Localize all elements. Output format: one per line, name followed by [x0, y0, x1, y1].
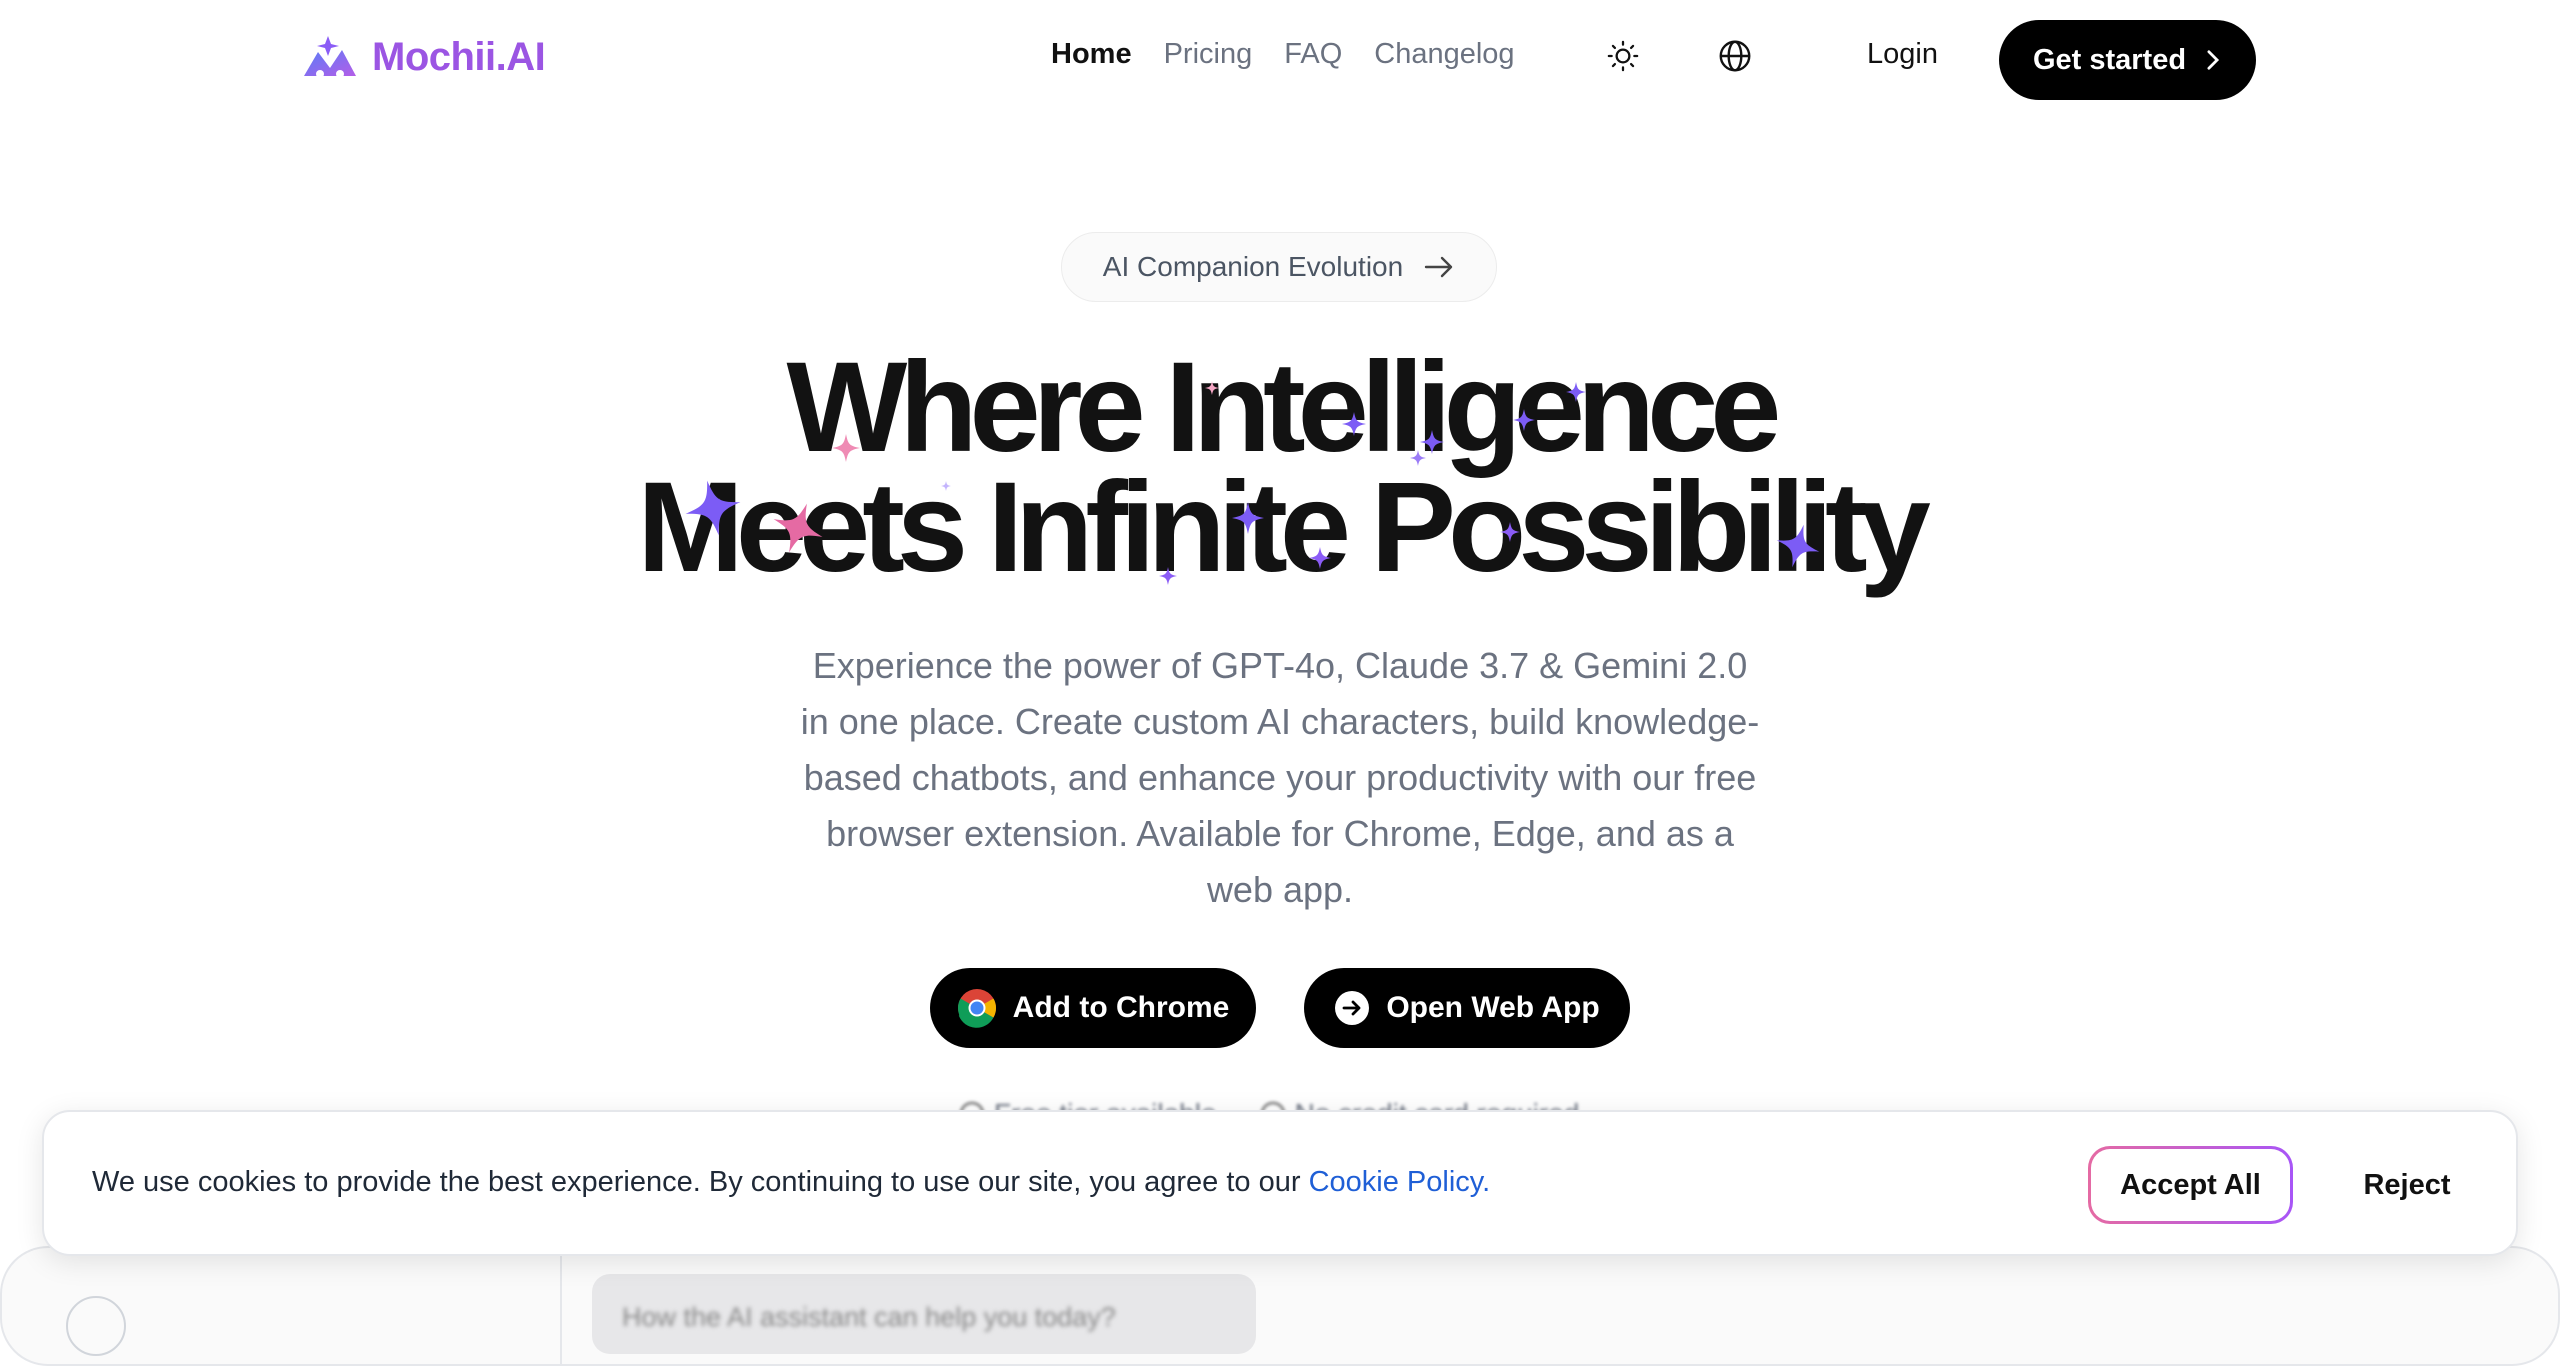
site-header: Mochii.AI Home Pricing FAQ Changelog Log…	[0, 0, 2560, 120]
get-started-label: Get started	[2032, 43, 2187, 76]
nav-pricing[interactable]: Pricing	[1164, 38, 1253, 71]
get-started-button[interactable]: Get started	[1999, 20, 2256, 100]
logo[interactable]: Mochii.AI	[302, 34, 546, 80]
hero-subtitle: Experience the power of GPT-4o, Claude 3…	[800, 645, 1760, 910]
nav-home[interactable]: Home	[1051, 38, 1132, 71]
accept-all-button[interactable]: Accept All	[2091, 1149, 2290, 1221]
add-to-chrome-label: Add to Chrome	[1012, 991, 1230, 1024]
reject-button[interactable]: Reject	[2332, 1146, 2482, 1224]
badge-label: AI Companion Evolution	[1102, 251, 1404, 282]
announcement-badge[interactable]: AI Companion Evolution	[1061, 232, 1497, 302]
sun-icon	[1607, 40, 1639, 72]
cookie-message: We use cookies to provide the best exper…	[92, 1166, 1490, 1199]
open-web-app-label: Open Web App	[1386, 991, 1600, 1024]
main-nav: Home Pricing FAQ Changelog	[1051, 38, 1515, 71]
nav-faq[interactable]: FAQ	[1284, 38, 1342, 71]
preview-sidebar	[2, 1248, 562, 1364]
headline-line-1: Where Intelligence	[786, 336, 1782, 479]
language-button[interactable]	[1715, 36, 1755, 76]
avatar	[66, 1296, 126, 1356]
cookie-message-text: We use cookies to provide the best exper…	[92, 1166, 1309, 1198]
chrome-icon	[957, 989, 996, 1028]
brand-name: Mochii.AI	[372, 34, 546, 79]
mochii-logo-icon	[304, 36, 356, 78]
cookie-policy-link[interactable]: Cookie Policy.	[1309, 1166, 1491, 1198]
open-web-app-button[interactable]: Open Web App	[1304, 968, 1630, 1048]
preview-bubble-text: How the AI assistant can help you today?	[622, 1302, 1116, 1332]
chevron-right-icon	[2207, 50, 2220, 70]
cookie-banner: We use cookies to provide the best exper…	[42, 1110, 2518, 1256]
headline-line-2: Meets Infinite Possibility	[637, 456, 1931, 599]
globe-icon	[1719, 40, 1751, 72]
theme-toggle-button[interactable]	[1603, 36, 1643, 76]
add-to-chrome-button[interactable]: Add to Chrome	[930, 968, 1256, 1048]
hero-headline: Where Intelligence Meets Infinite Possib…	[0, 336, 2560, 599]
accept-all-border: Accept All	[2088, 1146, 2293, 1224]
arrow-circle-right-icon	[1335, 991, 1370, 1025]
nav-changelog[interactable]: Changelog	[1374, 38, 1514, 71]
arrow-right-icon	[1425, 256, 1453, 278]
preview-chat-bubble: How the AI assistant can help you today?	[592, 1274, 1256, 1354]
login-link[interactable]: Login	[1867, 38, 1938, 71]
app-preview: How the AI assistant can help you today?	[0, 1246, 2560, 1366]
